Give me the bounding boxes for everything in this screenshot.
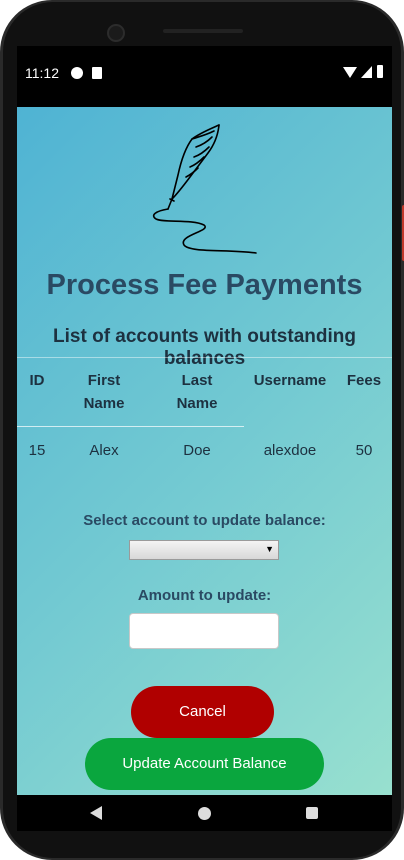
sd-card-icon	[92, 67, 102, 79]
account-select[interactable]: ▼	[129, 540, 279, 560]
cell-last-name: Doe	[183, 442, 211, 459]
update-account-balance-button[interactable]: Update Account Balance	[85, 738, 324, 790]
header-last-name-line1: Last	[181, 372, 213, 389]
cell-fees: 50	[355, 442, 373, 459]
home-icon[interactable]	[198, 807, 211, 820]
wifi-icon	[343, 67, 357, 78]
app-content: Process Fee Payments List of accounts wi…	[17, 107, 392, 795]
table-header-divider	[17, 426, 244, 427]
header-username: Username	[250, 369, 330, 392]
table-divider	[17, 357, 392, 358]
screen: 11:12 Process Fee Payments List of accou…	[17, 46, 392, 831]
cell-first-name: Alex	[89, 442, 119, 459]
page-subtitle: List of accounts with outstanding balanc…	[53, 326, 356, 369]
status-bar: 11:12	[17, 46, 392, 106]
amount-label: Amount to update:	[137, 587, 272, 604]
amount-input[interactable]	[129, 613, 279, 649]
cell-id: 15	[28, 442, 46, 459]
page-title: Process Fee Payments	[46, 269, 363, 301]
quill-pen-icon	[152, 124, 257, 254]
navigation-bar	[17, 795, 392, 831]
header-first-name: First Name	[69, 369, 139, 415]
phone-frame: 11:12 Process Fee Payments List of accou…	[0, 0, 404, 860]
back-icon[interactable]	[90, 806, 102, 820]
status-time: 11:12	[25, 65, 59, 81]
header-username-label: Username	[253, 372, 327, 389]
battery-icon	[377, 65, 383, 78]
notification-icon	[71, 67, 83, 79]
cancel-button[interactable]: Cancel	[131, 686, 274, 738]
phone-bezel: 11:12 Process Fee Payments List of accou…	[3, 2, 401, 858]
header-first-name-line1: First	[87, 372, 121, 389]
dropdown-arrow-icon: ▼	[265, 544, 274, 554]
speaker-grille	[163, 29, 243, 33]
header-fees-label: Fees	[346, 372, 382, 389]
header-first-name-line2: Name	[83, 395, 125, 412]
header-id-label: ID	[29, 372, 45, 389]
signal-icon	[361, 66, 372, 78]
header-id: ID	[25, 369, 49, 392]
camera-icon	[107, 24, 125, 42]
header-fees: Fees	[344, 369, 384, 392]
header-last-name: Last Name	[162, 369, 232, 415]
header-last-name-line2: Name	[176, 395, 218, 412]
cell-username: alexdoe	[263, 442, 317, 459]
recents-icon[interactable]	[306, 807, 318, 819]
select-account-label: Select account to update balance:	[83, 512, 326, 529]
